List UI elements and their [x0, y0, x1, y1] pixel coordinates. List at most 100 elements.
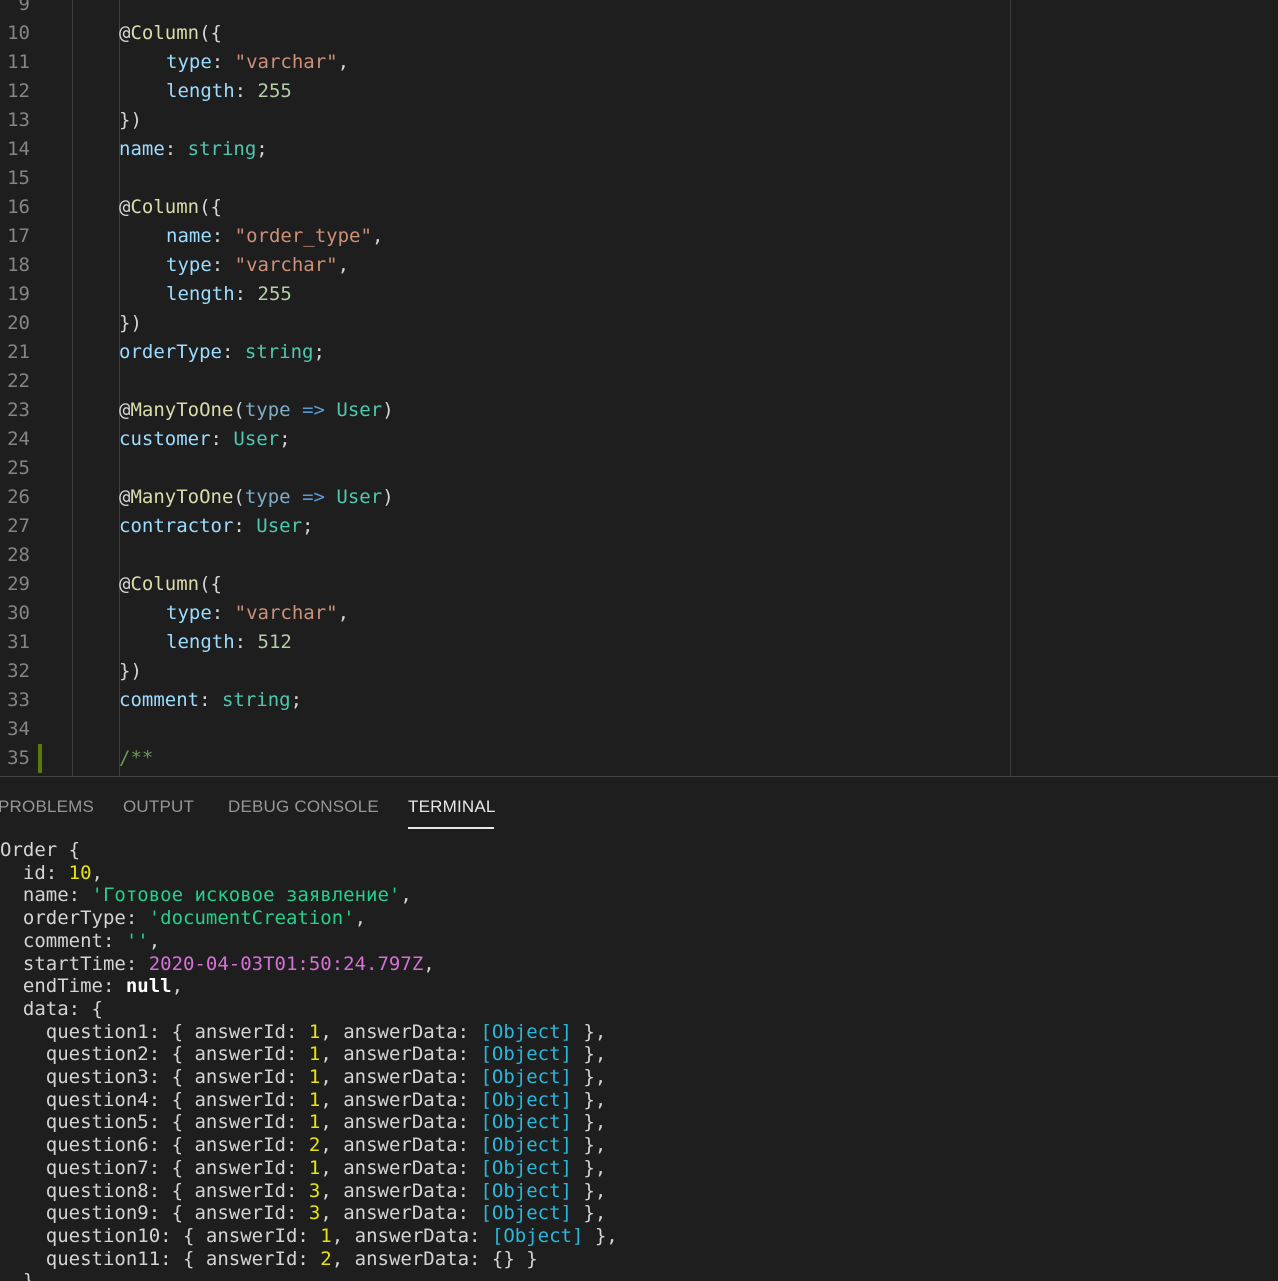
code-line: 15 — [0, 164, 1000, 193]
tab-problems[interactable]: PROBLEMS — [0, 797, 94, 817]
code-token: /** — [119, 747, 154, 769]
line-number: 12 — [7, 80, 30, 102]
code-token: orderType — [119, 341, 222, 363]
code-line: 10 @Column({ — [0, 19, 1000, 48]
code-token: @ — [119, 399, 131, 421]
code-token: 255 — [257, 80, 292, 102]
code-token: name — [119, 138, 165, 160]
code-text: type: "varchar", — [166, 251, 349, 280]
line-number: 16 — [7, 196, 30, 218]
terminal-token: [Object] — [480, 1134, 572, 1156]
code-line: 29 @Column({ — [0, 570, 1000, 599]
code-line: 20}) — [0, 309, 1000, 338]
terminal-line: data: { — [0, 998, 103, 1021]
code-text: contractor: User; — [119, 512, 314, 541]
terminal-line: Order { — [0, 839, 80, 862]
code-token: contractor — [119, 515, 234, 537]
line-number: 35 — [7, 747, 30, 769]
code-text: }) — [119, 309, 142, 338]
terminal-token: , — [400, 884, 412, 906]
terminal-token: 3 — [308, 1202, 321, 1224]
terminal-token: , answerData: — [320, 1066, 481, 1088]
code-token: ( — [233, 486, 245, 508]
code-line: 28 — [0, 541, 1000, 570]
code-editor[interactable]: 9 10 @Column({11 type: "varchar", 12 length: … — [0, 0, 1278, 776]
terminal-token: , answerData: — [320, 1021, 481, 1043]
code-token: comment — [119, 689, 200, 711]
line-number: 10 — [7, 22, 30, 44]
code-line: 12 length: 255 — [0, 77, 1000, 106]
code-token: : — [199, 689, 222, 711]
terminal-line: question2: { answerId: 1, answerData: [O… — [0, 1043, 607, 1066]
code-token: User — [256, 515, 303, 537]
code-line: 21 orderType: string; — [0, 338, 1000, 367]
code-token: : — [211, 602, 235, 624]
code-line: 35 /** — [0, 744, 1000, 773]
code-token: ) — [382, 486, 394, 508]
terminal-token: , answerData: — [320, 1202, 481, 1224]
tab-terminal[interactable]: TERMINAL — [408, 797, 496, 817]
code-token: @ — [119, 573, 131, 595]
terminal-token: '' — [125, 930, 149, 952]
code-line: 11 type: "varchar", — [0, 48, 1000, 77]
terminal-token: , answerData: — [320, 1111, 481, 1133]
terminal-token: question6: { answerId: — [0, 1134, 309, 1156]
terminal-token: [Object] — [480, 1089, 572, 1111]
code-token: }) — [119, 109, 142, 131]
code-token: }) — [119, 312, 142, 334]
terminal-token: id: — [0, 862, 69, 884]
code-token: }) — [119, 660, 142, 682]
code-token: : — [211, 225, 235, 247]
bottom-panel: PROBLEMS OUTPUT DEBUG CONSOLE TERMINAL O… — [0, 776, 1278, 1281]
terminal-line: id: 10, — [0, 862, 103, 885]
code-line: 32}) — [0, 657, 1000, 686]
code-token: ({ — [199, 196, 222, 218]
terminal-token: [Object] — [480, 1066, 572, 1088]
terminal-line: comment: '', — [0, 930, 160, 953]
line-number: 17 — [7, 225, 30, 247]
line-number: 11 — [7, 51, 30, 73]
terminal-line: question5: { answerId: 1, answerData: [O… — [0, 1111, 607, 1134]
code-token: , — [337, 254, 350, 276]
code-token: ({ — [199, 22, 222, 44]
line-number: 14 — [7, 138, 30, 160]
code-token: User — [336, 399, 383, 421]
minimap-divider — [1010, 0, 1011, 776]
terminal-token: [Object] — [480, 1043, 572, 1065]
code-token: @ — [119, 486, 131, 508]
code-token: : — [211, 254, 235, 276]
terminal-token: question10: { answerId: — [0, 1225, 321, 1247]
code-line: 23 @ManyToOne(type => User) — [0, 396, 1000, 425]
terminal-token: question1: { answerId: — [0, 1021, 309, 1043]
terminal-token: , — [91, 862, 103, 884]
tab-output[interactable]: OUTPUT — [123, 797, 194, 817]
terminal-line: startTime: 2020-04-03T01:50:24.797Z, — [0, 953, 435, 976]
terminal-token: question4: { answerId: — [0, 1089, 309, 1111]
code-text: length: 255 — [166, 280, 292, 309]
terminal-token: 1 — [308, 1157, 321, 1179]
terminal-token: 1 — [320, 1225, 332, 1247]
code-text: customer: User; — [119, 425, 291, 454]
code-text: orderType: string; — [119, 338, 325, 367]
code-text: /** — [119, 744, 153, 773]
terminal-token: [Object] — [480, 1157, 572, 1179]
line-number: 9 — [18, 0, 30, 15]
terminal-line: endTime: null, — [0, 975, 183, 998]
code-token: ; — [313, 341, 325, 363]
code-token: : — [233, 515, 257, 537]
code-token: "order_type" — [234, 225, 372, 247]
line-number: 26 — [7, 486, 30, 508]
code-token: length — [166, 283, 235, 305]
line-number: 18 — [7, 254, 30, 276]
code-line: 19 length: 255 — [0, 280, 1000, 309]
code-token: ; — [302, 515, 314, 537]
terminal-token: 2020-04-03T01:50:24.797Z — [148, 953, 424, 975]
panel-tab-bar: PROBLEMS OUTPUT DEBUG CONSOLE TERMINAL — [0, 777, 1278, 829]
tab-debug-console[interactable]: DEBUG CONSOLE — [228, 797, 379, 817]
terminal-line: question1: { answerId: 1, answerData: [O… — [0, 1021, 607, 1044]
code-line: 17 name: "order_type", — [0, 222, 1000, 251]
active-tab-indicator — [408, 827, 494, 829]
code-line: 16 @Column({ — [0, 193, 1000, 222]
code-token: => — [302, 399, 325, 421]
line-number: 25 — [7, 457, 30, 479]
